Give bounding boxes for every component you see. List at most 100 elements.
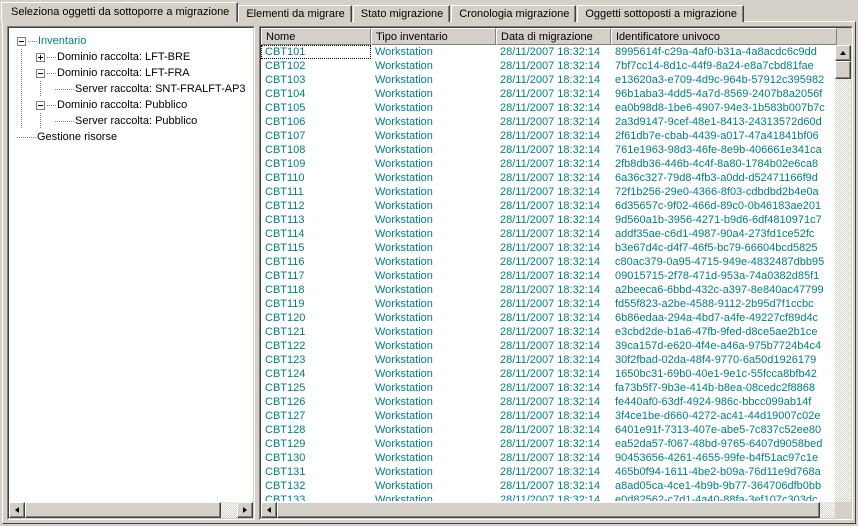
cell-name: CBT117 <box>265 270 305 282</box>
cell-type: Workstation <box>375 158 433 170</box>
tab-0[interactable]: Seleziona oggetti da sottoporre a migraz… <box>1 2 239 22</box>
column-header-name[interactable]: Nome <box>261 28 371 45</box>
tree-collapse-icon[interactable] <box>36 68 45 78</box>
cell-date: 28/11/2007 18:32:14 <box>500 214 601 226</box>
table-row[interactable]: CBT122 Workstation 28/11/2007 18:32:14 39ca… <box>261 339 836 353</box>
table-row[interactable]: CBT111 Workstation 28/11/2007 18:32:14 72f1… <box>261 185 836 199</box>
column-header-type[interactable]: Tipo inventario <box>371 28 496 45</box>
table-row[interactable]: CBT121 Workstation 28/11/2007 18:32:14 e3cb… <box>261 325 836 339</box>
table-row[interactable]: CBT120 Workstation 28/11/2007 18:32:14 6b86… <box>261 311 836 325</box>
tree-node-5[interactable]: Gestione risorse <box>17 129 253 145</box>
table-row[interactable]: CBT129 Workstation 28/11/2007 18:32:14 ea52… <box>261 437 836 451</box>
table-row[interactable]: CBT116 Workstation 28/11/2007 18:32:14 c80a… <box>261 255 836 269</box>
column-header-date[interactable]: Data di migrazione <box>496 28 611 45</box>
cell-name: CBT116 <box>265 256 305 268</box>
cell-type: Workstation <box>375 480 433 492</box>
table-row[interactable]: CBT106 Workstation 28/11/2007 18:32:14 2a3d… <box>261 115 836 129</box>
cell-guid: 6a36c327-79d8-4fb3-a0dd-d52471166f9d <box>615 172 818 184</box>
tree-node-3[interactable]: Dominio raccolta: Pubblico <box>17 97 253 113</box>
cell-date: 28/11/2007 18:32:14 <box>500 228 601 240</box>
table-row[interactable]: CBT124 Workstation 28/11/2007 18:32:14 1650… <box>261 367 836 381</box>
table-row[interactable]: CBT127 Workstation 28/11/2007 18:32:14 3f4c… <box>261 409 836 423</box>
table-row[interactable]: CBT131 Workstation 28/11/2007 18:32:14 465b… <box>261 465 836 479</box>
cell-guid: 465b0f94-1611-4be2-b09a-76d11e9d768a <box>615 466 821 478</box>
cell-guid: 09015715-2f78-471d-953a-74a0382d85f1 <box>615 270 820 282</box>
tree-node-4[interactable]: Server raccolta: Pubblico <box>17 113 253 129</box>
tree-scroll-left-button[interactable] <box>9 502 25 518</box>
tab-2[interactable]: Stato migrazione <box>352 5 451 22</box>
cell-name: CBT113 <box>265 214 305 226</box>
cell-guid: a8ad05ca-4ce1-4b9b-9b77-364706dfb0bb <box>615 480 822 492</box>
table-row[interactable]: CBT103 Workstation 28/11/2007 18:32:14 e136… <box>261 73 836 87</box>
table-row[interactable]: CBT126 Workstation 28/11/2007 18:32:14 fe44… <box>261 395 836 409</box>
tab-bar: Seleziona oggetti da sottoporre a migraz… <box>1 2 745 22</box>
inventory-tree-scroll-area[interactable]: Inventario Dominio raccolta: LFT-BRE Domin… <box>9 28 253 498</box>
tree-horizontal-scrollbar[interactable] <box>9 502 253 518</box>
cell-type: Workstation <box>375 60 433 72</box>
cell-name: CBT122 <box>265 340 306 352</box>
table-row[interactable]: CBT105 Workstation 28/11/2007 18:32:14 ea0b… <box>261 101 836 115</box>
cell-type: Workstation <box>375 242 433 254</box>
cell-name: CBT106 <box>265 116 306 128</box>
tree-collapse-icon[interactable] <box>36 100 45 110</box>
tree-node-1[interactable]: Dominio raccolta: LFT-FRA <box>17 65 253 81</box>
list-hscroll-thumb[interactable] <box>277 502 820 518</box>
tree-node-0[interactable]: Dominio raccolta: LFT-BRE <box>17 49 253 65</box>
list-scroll-left-button[interactable] <box>261 502 277 518</box>
cell-type: Workstation <box>375 424 433 436</box>
table-row[interactable]: CBT109 Workstation 28/11/2007 18:32:14 2fb8… <box>261 157 836 171</box>
cell-type: Workstation <box>375 116 433 128</box>
cell-name: CBT112 <box>265 200 305 212</box>
list-rows-container[interactable]: CBT101 Workstation 28/11/2007 18:32:14 8995… <box>261 45 836 501</box>
table-row[interactable]: CBT108 Workstation 28/11/2007 18:32:14 761e… <box>261 143 836 157</box>
table-row[interactable]: CBT125 Workstation 28/11/2007 18:32:14 fa73… <box>261 381 836 395</box>
cell-date: 28/11/2007 18:32:14 <box>500 116 601 128</box>
table-row[interactable]: CBT107 Workstation 28/11/2007 18:32:14 2f61… <box>261 129 836 143</box>
tree-expand-icon[interactable] <box>36 52 45 62</box>
table-row[interactable]: CBT104 Workstation 28/11/2007 18:32:14 96b1… <box>261 87 836 101</box>
table-row[interactable]: CBT101 Workstation 28/11/2007 18:32:14 8995… <box>261 45 836 59</box>
tree-node-label: Inventario <box>38 35 87 47</box>
table-row[interactable]: CBT119 Workstation 28/11/2007 18:32:14 fd55… <box>261 297 836 311</box>
table-row[interactable]: CBT128 Workstation 28/11/2007 18:32:14 6401… <box>261 423 836 437</box>
list-vscroll-thumb[interactable] <box>835 61 851 79</box>
tree-collapse-icon[interactable] <box>17 36 26 46</box>
cell-name: CBT114 <box>265 228 305 240</box>
table-row[interactable]: CBT130 Workstation 28/11/2007 18:32:14 9045… <box>261 451 836 465</box>
table-row[interactable]: CBT110 Workstation 28/11/2007 18:32:14 6a36… <box>261 171 836 185</box>
tree-scroll-right-button[interactable] <box>237 502 253 518</box>
tree-node-2[interactable]: Server raccolta: SNT-FRALFT-AP3 <box>17 81 253 97</box>
list-vertical-scrollbar[interactable] <box>835 45 851 518</box>
cell-type: Workstation <box>375 186 433 198</box>
table-row[interactable]: CBT102 Workstation 28/11/2007 18:32:14 7bf7… <box>261 59 836 73</box>
tree-connector-line <box>55 88 64 90</box>
table-row[interactable]: CBT132 Workstation 28/11/2007 18:32:14 a8ad… <box>261 479 836 493</box>
table-row[interactable]: CBT133 Workstation 28/11/2007 18:32:14 e0d8… <box>261 493 836 501</box>
scroll-left-arrow-icon <box>267 507 271 513</box>
list-vscroll-track[interactable] <box>835 61 851 502</box>
cell-date: 28/11/2007 18:32:14 <box>500 410 601 422</box>
tab-3[interactable]: Cronologia migrazione <box>451 5 577 22</box>
tree-hscroll-thumb[interactable] <box>25 502 221 518</box>
tree-node-inventario[interactable]: Inventario <box>17 33 253 49</box>
tab-4[interactable]: Oggetti sottoposti a migrazione <box>577 5 744 22</box>
list-scroll-up-button[interactable] <box>835 45 851 61</box>
table-row[interactable]: CBT115 Workstation 28/11/2007 18:32:14 b3e6… <box>261 241 836 255</box>
cell-name: CBT119 <box>265 298 305 310</box>
table-row[interactable]: CBT117 Workstation 28/11/2007 18:32:14 0901… <box>261 269 836 283</box>
cell-date: 28/11/2007 18:32:14 <box>500 186 601 198</box>
inventory-tree: Inventario Dominio raccolta: LFT-BRE Domin… <box>9 28 253 145</box>
table-row[interactable]: CBT123 Workstation 28/11/2007 18:32:14 30f2… <box>261 353 836 367</box>
column-header-label: Identificatore univoco <box>616 31 720 43</box>
column-header-guid[interactable]: Identificatore univoco <box>611 28 837 45</box>
list-horizontal-scrollbar[interactable] <box>261 502 836 518</box>
table-row[interactable]: CBT112 Workstation 28/11/2007 18:32:14 6d35… <box>261 199 836 213</box>
cell-guid: ea0b98d8-1be6-4907-94e3-1b583b007b7c <box>615 102 825 114</box>
cell-type: Workstation <box>375 494 433 501</box>
table-row[interactable]: CBT118 Workstation 28/11/2007 18:32:14 a2be… <box>261 283 836 297</box>
table-row[interactable]: CBT113 Workstation 28/11/2007 18:32:14 9d56… <box>261 213 836 227</box>
cell-guid: 2fb8db36-446b-4c4f-8a80-1784b02e6ca8 <box>615 158 819 170</box>
table-row[interactable]: CBT114 Workstation 28/11/2007 18:32:14 addf… <box>261 227 836 241</box>
cell-name: CBT132 <box>265 480 306 492</box>
tab-1[interactable]: Elementi da migrare <box>238 5 352 22</box>
